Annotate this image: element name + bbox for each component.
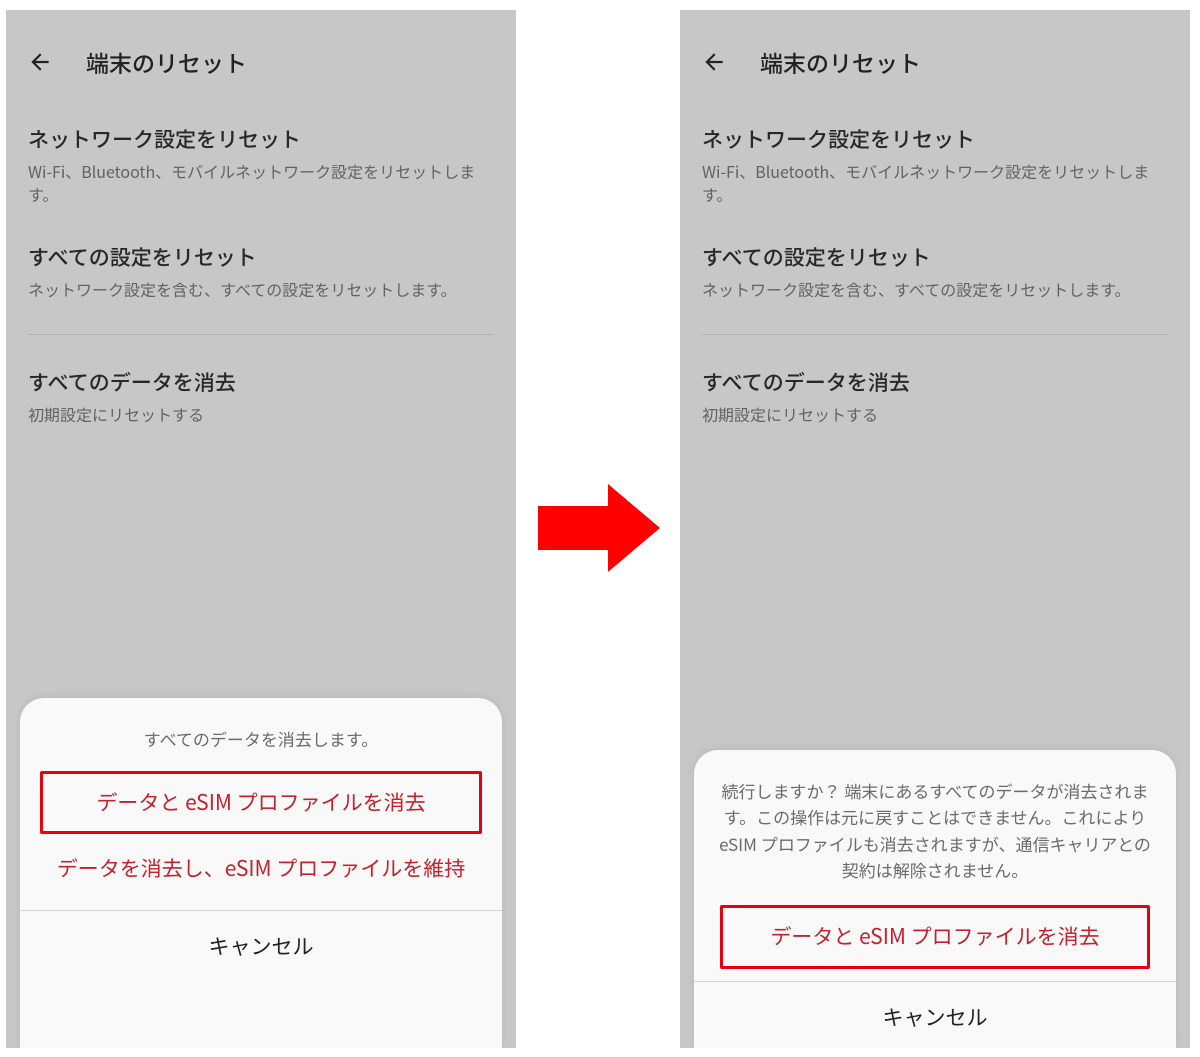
setting-title: ネットワーク設定をリセット bbox=[702, 124, 1168, 154]
app-header: 端末のリセット bbox=[6, 10, 516, 106]
settings-list: ネットワーク設定をリセット Wi-Fi、Bluetooth、モバイルネットワーク… bbox=[6, 106, 516, 444]
setting-item-network-reset[interactable]: ネットワーク設定をリセット Wi-Fi、Bluetooth、モバイルネットワーク… bbox=[28, 106, 494, 224]
cancel-button[interactable]: キャンセル bbox=[714, 982, 1156, 1048]
page-title: 端末のリセット bbox=[760, 45, 921, 79]
arrow-left-icon bbox=[27, 49, 53, 75]
page-title: 端末のリセット bbox=[86, 45, 247, 79]
confirm-erase-button[interactable]: データと eSIM プロファイルを消去 bbox=[720, 905, 1150, 968]
flow-arrow bbox=[534, 480, 662, 576]
phone-screen-right: 端末のリセット ネットワーク設定をリセット Wi-Fi、Bluetooth、モバ… bbox=[680, 10, 1190, 1048]
setting-description: Wi-Fi、Bluetooth、モバイルネットワーク設定をリセットします。 bbox=[702, 160, 1168, 206]
setting-title: すべてのデータを消去 bbox=[702, 367, 1168, 397]
arrow-right-icon bbox=[534, 480, 662, 576]
setting-item-all-settings-reset[interactable]: すべての設定をリセット ネットワーク設定を含む、すべての設定をリセットします。 bbox=[28, 224, 494, 319]
setting-item-erase-all-data[interactable]: すべてのデータを消去 初期設定にリセットする bbox=[702, 349, 1168, 444]
setting-description: 初期設定にリセットする bbox=[702, 403, 1168, 426]
setting-description: ネットワーク設定を含む、すべての設定をリセットします。 bbox=[702, 278, 1168, 301]
settings-list: ネットワーク設定をリセット Wi-Fi、Bluetooth、モバイルネットワーク… bbox=[680, 106, 1190, 444]
back-button[interactable] bbox=[18, 40, 62, 84]
bottom-sheet-dialog: 続行しますか？ 端末にあるすべてのデータが消去されます。この操作は元に戻すことは… bbox=[694, 750, 1176, 1048]
setting-title: すべての設定をリセット bbox=[702, 242, 1168, 272]
setting-item-all-settings-reset[interactable]: すべての設定をリセット ネットワーク設定を含む、すべての設定をリセットします。 bbox=[702, 224, 1168, 319]
setting-description: Wi-Fi、Bluetooth、モバイルネットワーク設定をリセットします。 bbox=[28, 160, 494, 206]
bottom-sheet-dialog: すべてのデータを消去します。 データと eSIM プロファイルを消去 データを消… bbox=[20, 698, 502, 1048]
app-header: 端末のリセット bbox=[680, 10, 1190, 106]
setting-title: ネットワーク設定をリセット bbox=[28, 124, 494, 154]
erase-data-and-esim-button[interactable]: データと eSIM プロファイルを消去 bbox=[40, 771, 482, 834]
setting-item-erase-all-data[interactable]: すべてのデータを消去 初期設定にリセットする bbox=[28, 349, 494, 444]
sheet-body-text: 続行しますか？ 端末にあるすべてのデータが消去されます。この操作は元に戻すことは… bbox=[714, 778, 1156, 883]
setting-title: すべての設定をリセット bbox=[28, 242, 494, 272]
sheet-title: すべてのデータを消去します。 bbox=[40, 726, 482, 751]
divider bbox=[28, 334, 494, 335]
phone-screen-left: 端末のリセット ネットワーク設定をリセット Wi-Fi、Bluetooth、モバ… bbox=[6, 10, 516, 1048]
setting-description: ネットワーク設定を含む、すべての設定をリセットします。 bbox=[28, 278, 494, 301]
back-button[interactable] bbox=[692, 40, 736, 84]
setting-description: 初期設定にリセットする bbox=[28, 403, 494, 426]
divider bbox=[702, 334, 1168, 335]
arrow-left-icon bbox=[701, 49, 727, 75]
setting-item-network-reset[interactable]: ネットワーク設定をリセット Wi-Fi、Bluetooth、モバイルネットワーク… bbox=[702, 106, 1168, 224]
setting-title: すべてのデータを消去 bbox=[28, 367, 494, 397]
cancel-button[interactable]: キャンセル bbox=[40, 911, 482, 985]
erase-data-keep-esim-button[interactable]: データを消去し、eSIM プロファイルを維持 bbox=[40, 840, 482, 897]
